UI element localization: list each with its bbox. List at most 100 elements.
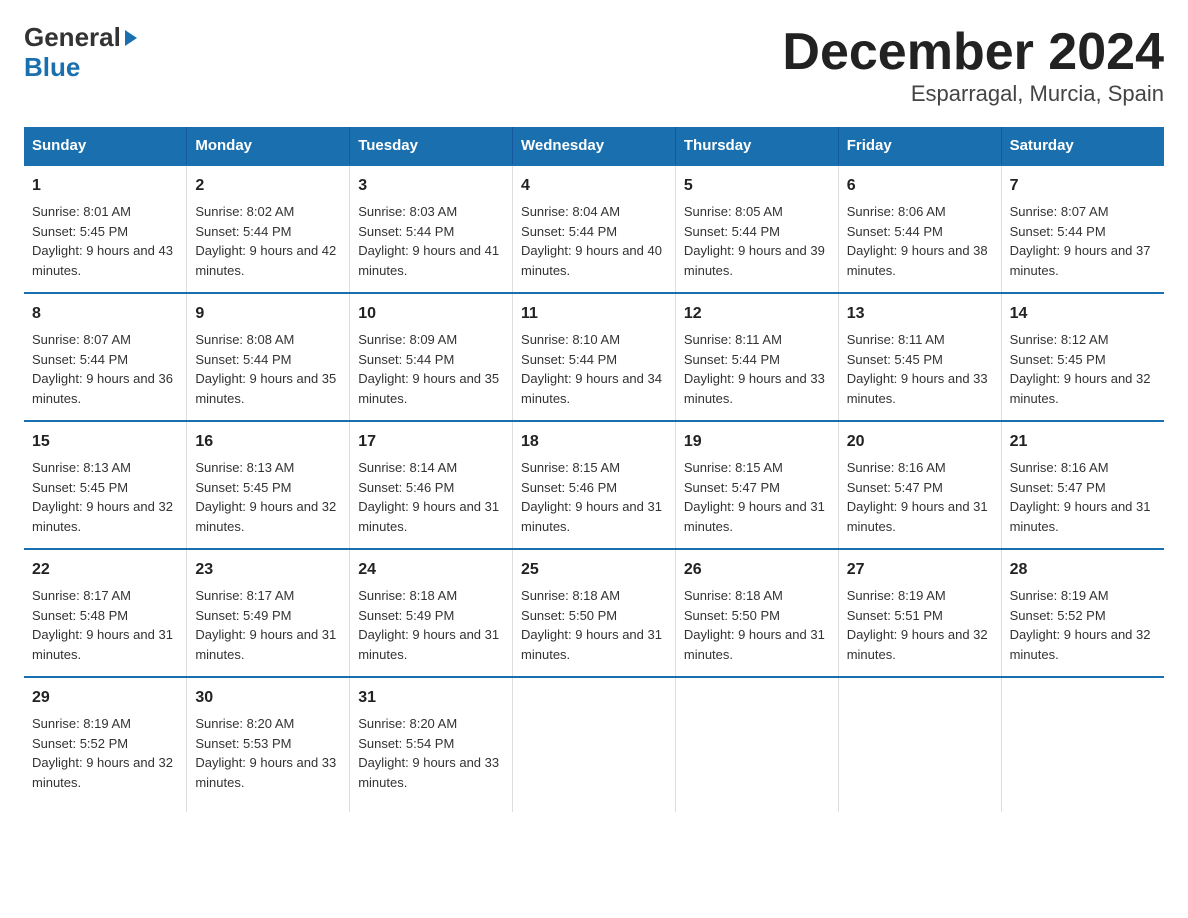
day-daylight: Daylight: 9 hours and 31 minutes.: [684, 627, 825, 662]
day-sunset: Sunset: 5:45 PM: [847, 352, 943, 367]
day-sunset: Sunset: 5:44 PM: [847, 224, 943, 239]
day-daylight: Daylight: 9 hours and 34 minutes.: [521, 371, 662, 406]
page-header: General Blue December 2024 Esparragal, M…: [24, 24, 1164, 107]
day-sunset: Sunset: 5:44 PM: [684, 352, 780, 367]
day-sunset: Sunset: 5:50 PM: [521, 608, 617, 623]
day-cell-5-5: [675, 677, 838, 812]
day-sunrise: Sunrise: 8:14 AM: [358, 460, 457, 475]
header-friday: Friday: [838, 127, 1001, 165]
day-cell-4-1: 22Sunrise: 8:17 AMSunset: 5:48 PMDayligh…: [24, 549, 187, 677]
day-daylight: Daylight: 9 hours and 31 minutes.: [684, 499, 825, 534]
day-cell-2-3: 10Sunrise: 8:09 AMSunset: 5:44 PMDayligh…: [350, 293, 513, 421]
day-cell-3-5: 19Sunrise: 8:15 AMSunset: 5:47 PMDayligh…: [675, 421, 838, 549]
day-cell-3-2: 16 Sunrise: 8:13 AM Sunset: 5:45 PM Dayligh…: [187, 421, 350, 549]
day-sunrise: Sunrise: 8:08 AM: [195, 332, 294, 347]
day-daylight: Daylight: 9 hours and 31 minutes.: [195, 627, 336, 662]
day-sunrise: Sunrise: 8:16 AM: [847, 460, 946, 475]
day-sunrise: Sunrise: 8:06 AM: [847, 204, 946, 219]
header-saturday: Saturday: [1001, 127, 1164, 165]
day-cell-1-4: 4Sunrise: 8:04 AMSunset: 5:44 PMDaylight…: [513, 165, 676, 293]
day-number: 10: [358, 302, 504, 326]
day-cell-5-6: [838, 677, 1001, 812]
day-sunset: Sunset: 5:54 PM: [358, 736, 454, 751]
day-sunrise: Sunrise: 8:16 AM: [1010, 460, 1109, 475]
day-daylight: Daylight: 9 hours and 31 minutes.: [358, 627, 499, 662]
day-sunset: Sunset: 5:45 PM: [195, 480, 291, 495]
day-daylight: Daylight: 9 hours and 39 minutes.: [684, 243, 825, 278]
day-sunset: Sunset: 5:49 PM: [358, 608, 454, 623]
calendar-subtitle: Esparragal, Murcia, Spain: [782, 81, 1164, 107]
day-number: 20: [847, 430, 993, 454]
day-cell-1-7: 7Sunrise: 8:07 AMSunset: 5:44 PMDaylight…: [1001, 165, 1164, 293]
day-number: 12: [684, 302, 830, 326]
header-wednesday: Wednesday: [513, 127, 676, 165]
week-row-3: 15Sunrise: 8:13 AMSunset: 5:45 PMDayligh…: [24, 421, 1164, 549]
day-cell-3-1: 15Sunrise: 8:13 AMSunset: 5:45 PMDayligh…: [24, 421, 187, 549]
day-daylight: Daylight: 9 hours and 42 minutes.: [195, 243, 336, 278]
day-daylight: Daylight: 9 hours and 43 minutes.: [32, 243, 173, 278]
calendar-header: SundayMondayTuesdayWednesdayThursdayFrid…: [24, 127, 1164, 165]
day-number: 9: [195, 302, 341, 326]
day-cell-5-4: [513, 677, 676, 812]
day-number: 23: [195, 558, 341, 582]
day-cell-5-3: 31Sunrise: 8:20 AMSunset: 5:54 PMDayligh…: [350, 677, 513, 812]
day-sunset: Sunset: 5:47 PM: [1010, 480, 1106, 495]
day-cell-5-7: [1001, 677, 1164, 812]
day-sunset: Sunset: 5:52 PM: [32, 736, 128, 751]
day-daylight: Daylight: 9 hours and 33 minutes.: [847, 371, 988, 406]
day-number: 24: [358, 558, 504, 582]
day-cell-2-5: 12Sunrise: 8:11 AMSunset: 5:44 PMDayligh…: [675, 293, 838, 421]
day-daylight: Daylight: 9 hours and 33 minutes.: [358, 755, 499, 790]
day-sunrise: Sunrise: 8:19 AM: [1010, 588, 1109, 603]
day-number: 22: [32, 558, 178, 582]
day-daylight: Daylight: 9 hours and 32 minutes.: [1010, 627, 1151, 662]
day-sunset: Sunset: 5:44 PM: [195, 352, 291, 367]
day-sunrise: Sunrise: 8:20 AM: [195, 716, 294, 731]
day-sunset: Sunset: 5:50 PM: [684, 608, 780, 623]
day-sunrise: Sunrise: 8:11 AM: [847, 332, 945, 347]
day-cell-2-2: 9 Sunrise: 8:08 AM Sunset: 5:44 PM Daylight…: [187, 293, 350, 421]
week-row-4: 22Sunrise: 8:17 AMSunset: 5:48 PMDayligh…: [24, 549, 1164, 677]
day-daylight: Daylight: 9 hours and 31 minutes.: [521, 627, 662, 662]
title-block: December 2024 Esparragal, Murcia, Spain: [782, 24, 1164, 107]
day-sunrise: Sunrise: 8:18 AM: [684, 588, 783, 603]
week-row-2: 8Sunrise: 8:07 AMSunset: 5:44 PMDaylight…: [24, 293, 1164, 421]
day-daylight: Daylight: 9 hours and 32 minutes.: [1010, 371, 1151, 406]
day-sunrise: Sunrise: 8:12 AM: [1010, 332, 1109, 347]
day-sunset: Sunset: 5:46 PM: [521, 480, 617, 495]
day-daylight: Daylight: 9 hours and 31 minutes.: [847, 499, 988, 534]
day-number: 16: [195, 430, 341, 454]
day-cell-4-5: 26 Sunrise: 8:18 AM Sunset: 5:50 PM Dayligh…: [675, 549, 838, 677]
day-daylight: Daylight: 9 hours and 35 minutes.: [195, 371, 336, 406]
day-sunset: Sunset: 5:47 PM: [847, 480, 943, 495]
day-number: 30: [195, 686, 341, 710]
day-sunset: Sunset: 5:44 PM: [32, 352, 128, 367]
day-cell-1-6: 6Sunrise: 8:06 AMSunset: 5:44 PMDaylight…: [838, 165, 1001, 293]
day-sunset: Sunset: 5:52 PM: [1010, 608, 1106, 623]
day-daylight: Daylight: 9 hours and 33 minutes.: [195, 755, 336, 790]
calendar-body: 1Sunrise: 8:01 AMSunset: 5:45 PMDaylight…: [24, 165, 1164, 812]
day-sunrise: Sunrise: 8:13 AM: [195, 460, 294, 475]
calendar-table: SundayMondayTuesdayWednesdayThursdayFrid…: [24, 127, 1164, 812]
day-sunrise: Sunrise: 8:19 AM: [32, 716, 131, 731]
day-daylight: Daylight: 9 hours and 38 minutes.: [847, 243, 988, 278]
day-number: 26: [684, 558, 830, 582]
day-number: 18: [521, 430, 667, 454]
day-sunset: Sunset: 5:49 PM: [195, 608, 291, 623]
header-row: SundayMondayTuesdayWednesdayThursdayFrid…: [24, 127, 1164, 165]
day-cell-4-7: 28Sunrise: 8:19 AMSunset: 5:52 PMDayligh…: [1001, 549, 1164, 677]
week-row-5: 29Sunrise: 8:19 AMSunset: 5:52 PMDayligh…: [24, 677, 1164, 812]
day-cell-1-5: 5Sunrise: 8:05 AMSunset: 5:44 PMDaylight…: [675, 165, 838, 293]
day-cell-3-4: 18Sunrise: 8:15 AMSunset: 5:46 PMDayligh…: [513, 421, 676, 549]
day-sunrise: Sunrise: 8:02 AM: [195, 204, 294, 219]
logo: General Blue: [24, 24, 137, 82]
day-number: 13: [847, 302, 993, 326]
day-sunrise: Sunrise: 8:18 AM: [358, 588, 457, 603]
day-sunrise: Sunrise: 8:05 AM: [684, 204, 783, 219]
day-sunset: Sunset: 5:44 PM: [358, 224, 454, 239]
day-sunset: Sunset: 5:45 PM: [32, 480, 128, 495]
calendar-title: December 2024: [782, 24, 1164, 81]
day-cell-2-7: 14Sunrise: 8:12 AMSunset: 5:45 PMDayligh…: [1001, 293, 1164, 421]
week-row-1: 1Sunrise: 8:01 AMSunset: 5:45 PMDaylight…: [24, 165, 1164, 293]
day-daylight: Daylight: 9 hours and 32 minutes.: [195, 499, 336, 534]
